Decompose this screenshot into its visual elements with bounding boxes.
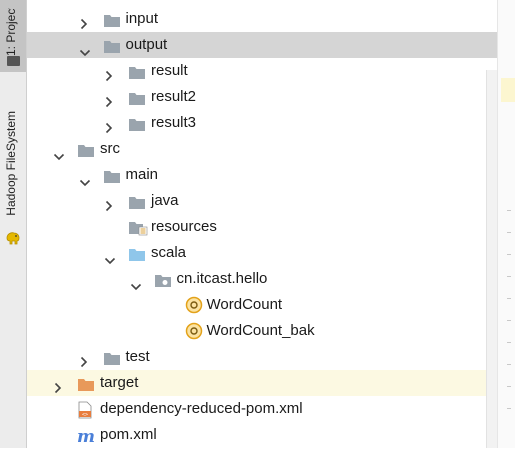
chevron-right-icon[interactable]	[79, 351, 89, 368]
project-folder-icon	[7, 56, 20, 66]
tree-row-label: main	[125, 166, 159, 183]
tree-row-label: input	[125, 10, 159, 27]
tree-row[interactable]: <> dependency-reduced-pom.xml	[27, 396, 497, 422]
chevron-right-icon[interactable]	[53, 377, 63, 394]
tree-row-label: java	[151, 192, 179, 209]
tree-row[interactable]: java	[27, 188, 497, 214]
tree-row-label: result3	[151, 114, 197, 131]
tree-row[interactable]: result3	[27, 110, 497, 136]
tree-row-label: result2	[151, 88, 197, 105]
chevron-down-icon[interactable]	[79, 171, 90, 187]
tree-row[interactable]: src	[27, 136, 497, 162]
tree-row[interactable]: WordCount	[27, 292, 497, 318]
tree-row-label: target	[100, 374, 139, 391]
tree-row-label: pom.xml	[100, 426, 157, 443]
project-tool-label: 1: Project	[4, 8, 18, 56]
gutter-ticks	[507, 210, 513, 430]
chevron-down-icon[interactable]	[79, 41, 90, 57]
chevron-right-icon[interactable]	[104, 91, 114, 108]
maven-icon: m	[77, 427, 95, 453]
tree-vertical-scrollbar[interactable]	[486, 70, 497, 448]
tree-row[interactable]: scala	[27, 240, 497, 266]
chevron-right-icon[interactable]	[104, 65, 114, 82]
project-tree[interactable]: input output result result2 result3 src main ja…	[27, 6, 497, 448]
svg-text:<>: <>	[82, 412, 88, 418]
tree-row[interactable]: input	[27, 6, 497, 32]
chevron-right-icon[interactable]	[104, 117, 114, 134]
tree-row[interactable]: test	[27, 344, 497, 370]
tree-row[interactable]: target	[27, 370, 497, 396]
svg-text:m: m	[77, 428, 95, 444]
tree-row-label: cn.itcast.hello	[176, 270, 268, 287]
tree-row-label: resources	[151, 218, 217, 235]
tree-row-label: src	[100, 140, 120, 157]
tree-row[interactable]: result	[27, 58, 497, 84]
hadoop-filesystem-label: Hadoop FileSystem	[4, 111, 18, 216]
tree-row[interactable]: m pom.xml	[27, 422, 497, 448]
gutter-highlight	[501, 78, 515, 102]
editor-gutter	[497, 0, 515, 448]
tree-row-label: result	[151, 62, 188, 79]
tree-row[interactable]: main	[27, 162, 497, 188]
tool-window-strip: 1: Project Hadoop FileSystem	[0, 0, 27, 448]
tree-row-label: WordCount	[206, 296, 283, 313]
tree-row-label: WordCount_bak	[206, 322, 315, 339]
tree-row[interactable]: WordCount_bak	[27, 318, 497, 344]
project-tool-button[interactable]: 1: Project	[0, 0, 26, 72]
tree-row[interactable]: cn.itcast.hello	[27, 266, 497, 292]
chevron-right-icon[interactable]	[104, 195, 114, 212]
tree-row-label: dependency-reduced-pom.xml	[100, 400, 303, 417]
tree-row-label: scala	[151, 244, 187, 261]
chevron-right-icon[interactable]	[79, 13, 89, 30]
tree-row[interactable]: result2	[27, 84, 497, 110]
chevron-down-icon[interactable]	[130, 275, 141, 291]
tree-row[interactable]: resources	[27, 214, 497, 240]
tree-row-label: output	[125, 36, 168, 53]
chevron-down-icon[interactable]	[53, 145, 65, 161]
hadoop-filesystem-tool-button[interactable]: Hadoop FileSystem	[0, 105, 26, 255]
tree-row-label: test	[125, 348, 150, 365]
chevron-down-icon[interactable]	[104, 249, 116, 265]
hadoop-elephant-icon	[5, 231, 21, 248]
tree-row[interactable]: output	[27, 32, 497, 58]
